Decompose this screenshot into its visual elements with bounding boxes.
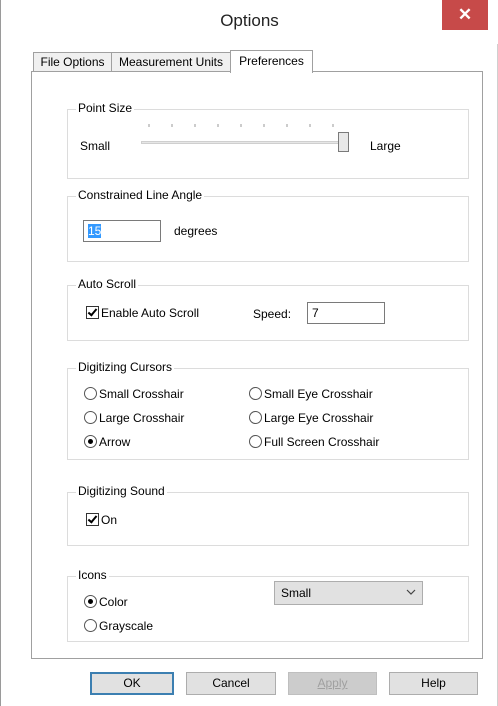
tab-measurement-units[interactable]: Measurement Units — [111, 52, 231, 72]
apply-button[interactable]: Apply — [288, 672, 377, 695]
radio-circle — [84, 387, 97, 401]
tab-label: Preferences — [239, 54, 304, 68]
enable-auto-scroll-checkbox[interactable]: Enable Auto Scroll — [86, 305, 199, 320]
close-button[interactable]: ✕ — [442, 0, 488, 30]
angle-unit-label: degrees — [174, 224, 218, 238]
radio-selected-dot — [88, 439, 93, 445]
radio-selected-dot — [88, 599, 93, 605]
ok-button[interactable]: OK — [90, 672, 174, 695]
group-label: Point Size — [76, 101, 135, 115]
chevron-down-icon — [406, 586, 416, 601]
radio-label: Grayscale — [99, 618, 154, 633]
radio-circle — [84, 435, 97, 449]
radio-label: Full Screen Crosshair — [264, 434, 380, 449]
speed-value: 7 — [312, 306, 319, 320]
large-crosshair-radio[interactable]: Large Crosshair — [84, 410, 184, 425]
options-dialog: Options ✕ File Options Measurement Units… — [0, 0, 498, 706]
preferences-panel: Point Size Small Large Constrained Line … — [31, 71, 483, 659]
cancel-button[interactable]: Cancel — [186, 672, 276, 695]
window-title: Options — [220, 11, 279, 30]
radio-label: Large Crosshair — [99, 410, 185, 425]
tab-file-options[interactable]: File Options — [33, 52, 112, 72]
group-label: Auto Scroll — [76, 277, 139, 291]
point-size-slider[interactable] — [141, 122, 357, 152]
button-label: OK — [123, 676, 141, 690]
slider-ticks — [148, 124, 334, 127]
grayscale-radio[interactable]: Grayscale — [84, 618, 153, 633]
close-icon: ✕ — [457, 5, 473, 24]
small-eye-crosshair-radio[interactable]: Small Eye Crosshair — [249, 386, 373, 401]
checkbox-label: On — [101, 512, 118, 527]
button-label: Cancel — [212, 676, 250, 690]
color-radio[interactable]: Color — [84, 594, 128, 609]
radio-circle — [249, 411, 262, 425]
speed-label: Speed: — [253, 307, 292, 321]
radio-label: Small Crosshair — [99, 386, 184, 401]
tab-label: Measurement Units — [118, 55, 224, 69]
group-label: Constrained Line Angle — [76, 188, 205, 202]
group-label: Digitizing Cursors — [76, 360, 175, 374]
select-value: Small — [281, 586, 312, 600]
button-label: Help — [421, 676, 446, 690]
digitizing-cursors-group: Digitizing Cursors Small Crosshair Small… — [67, 360, 469, 460]
help-button[interactable]: Help — [389, 672, 478, 695]
radio-circle — [249, 387, 262, 401]
auto-scroll-group: Auto Scroll Enable Auto Scroll Speed: 7 — [67, 277, 469, 341]
checkmark-icon — [87, 513, 98, 524]
tab-preferences[interactable]: Preferences — [230, 50, 313, 73]
speed-input[interactable]: 7 — [307, 302, 385, 324]
digitizing-sound-group: Digitizing Sound On — [67, 484, 469, 546]
icon-size-select[interactable]: Small — [274, 581, 423, 605]
radio-label: Large Eye Crosshair — [264, 410, 374, 425]
group-label: Digitizing Sound — [76, 484, 167, 498]
checkbox-box — [86, 306, 99, 320]
radio-circle — [84, 595, 97, 609]
group-label: Icons — [76, 568, 109, 582]
point-size-group: Point Size Small Large — [67, 101, 469, 179]
constrained-line-angle-group: Constrained Line Angle 15 degrees — [67, 188, 469, 262]
large-eye-crosshair-radio[interactable]: Large Eye Crosshair — [249, 410, 373, 425]
checkbox-box — [86, 513, 99, 527]
radio-label: Arrow — [99, 434, 131, 449]
radio-label: Small Eye Crosshair — [264, 386, 373, 401]
slider-thumb[interactable] — [338, 132, 349, 152]
angle-input[interactable]: 15 — [83, 220, 161, 242]
radio-circle — [249, 435, 262, 449]
icons-group: Icons Color Grayscale Small — [67, 568, 469, 642]
full-screen-crosshair-radio[interactable]: Full Screen Crosshair — [249, 434, 379, 449]
radio-label: Color — [99, 594, 128, 609]
slider-min-label: Small — [80, 139, 111, 153]
slider-max-label: Large — [370, 139, 401, 153]
angle-value: 15 — [88, 224, 102, 238]
slider-track — [141, 141, 349, 144]
arrow-radio[interactable]: Arrow — [84, 434, 130, 449]
small-crosshair-radio[interactable]: Small Crosshair — [84, 386, 184, 401]
checkmark-icon — [87, 306, 98, 317]
title-bar: Options ✕ — [1, 0, 498, 44]
checkbox-label: Enable Auto Scroll — [101, 305, 200, 320]
tab-label: File Options — [40, 55, 105, 69]
radio-circle — [84, 411, 97, 425]
button-label: Apply — [317, 676, 348, 690]
sound-on-checkbox[interactable]: On — [86, 512, 117, 527]
radio-circle — [84, 619, 97, 633]
